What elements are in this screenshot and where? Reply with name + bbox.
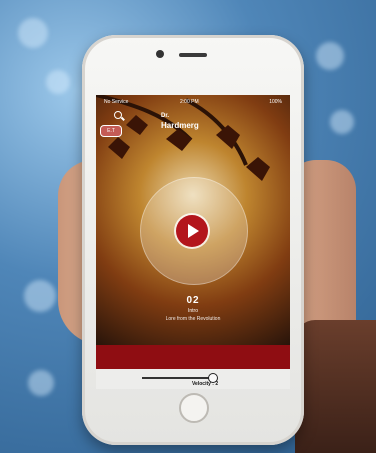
player-header: E.T Dr. Hardmerg [100,111,274,137]
speed-label: Velocity : 2 [192,381,219,387]
background-bokeh [28,370,54,396]
phone: No Service 2:00 PM 100% E.T Dr. Hardmerg… [82,35,304,445]
play-button[interactable] [176,215,208,247]
player-footer-band [96,345,290,369]
home-button[interactable] [179,393,209,423]
track-info: 02 Intro Lore from the Revolution [96,295,290,322]
track-kicker: Dr. [161,113,170,119]
status-center: 2:00 PM [180,99,199,105]
app-screen: No Service 2:00 PM 100% E.T Dr. Hardmerg… [96,95,290,389]
play-icon [188,224,199,238]
background-bokeh [18,18,48,48]
track-number: 02 [186,295,200,306]
status-left: No Service [104,99,129,105]
camera [156,50,164,58]
track-name: Intro [187,308,198,314]
background-bokeh [316,42,344,70]
speaker [179,53,207,57]
status-bar: No Service 2:00 PM 100% [100,97,286,107]
speed-slider-track[interactable] [142,377,214,379]
speed-controls: Velocity : 2 [96,369,290,389]
track-subtitle: Lore from the Revolution [165,316,221,322]
language-badge[interactable]: E.T [100,125,122,137]
background-bokeh [46,70,70,94]
track-title: Hardmerg [161,121,199,130]
background-bokeh [24,280,56,312]
search-icon[interactable] [114,111,122,119]
status-right: 100% [269,99,282,105]
background-bokeh [330,110,354,134]
hand-wrist [295,320,376,453]
